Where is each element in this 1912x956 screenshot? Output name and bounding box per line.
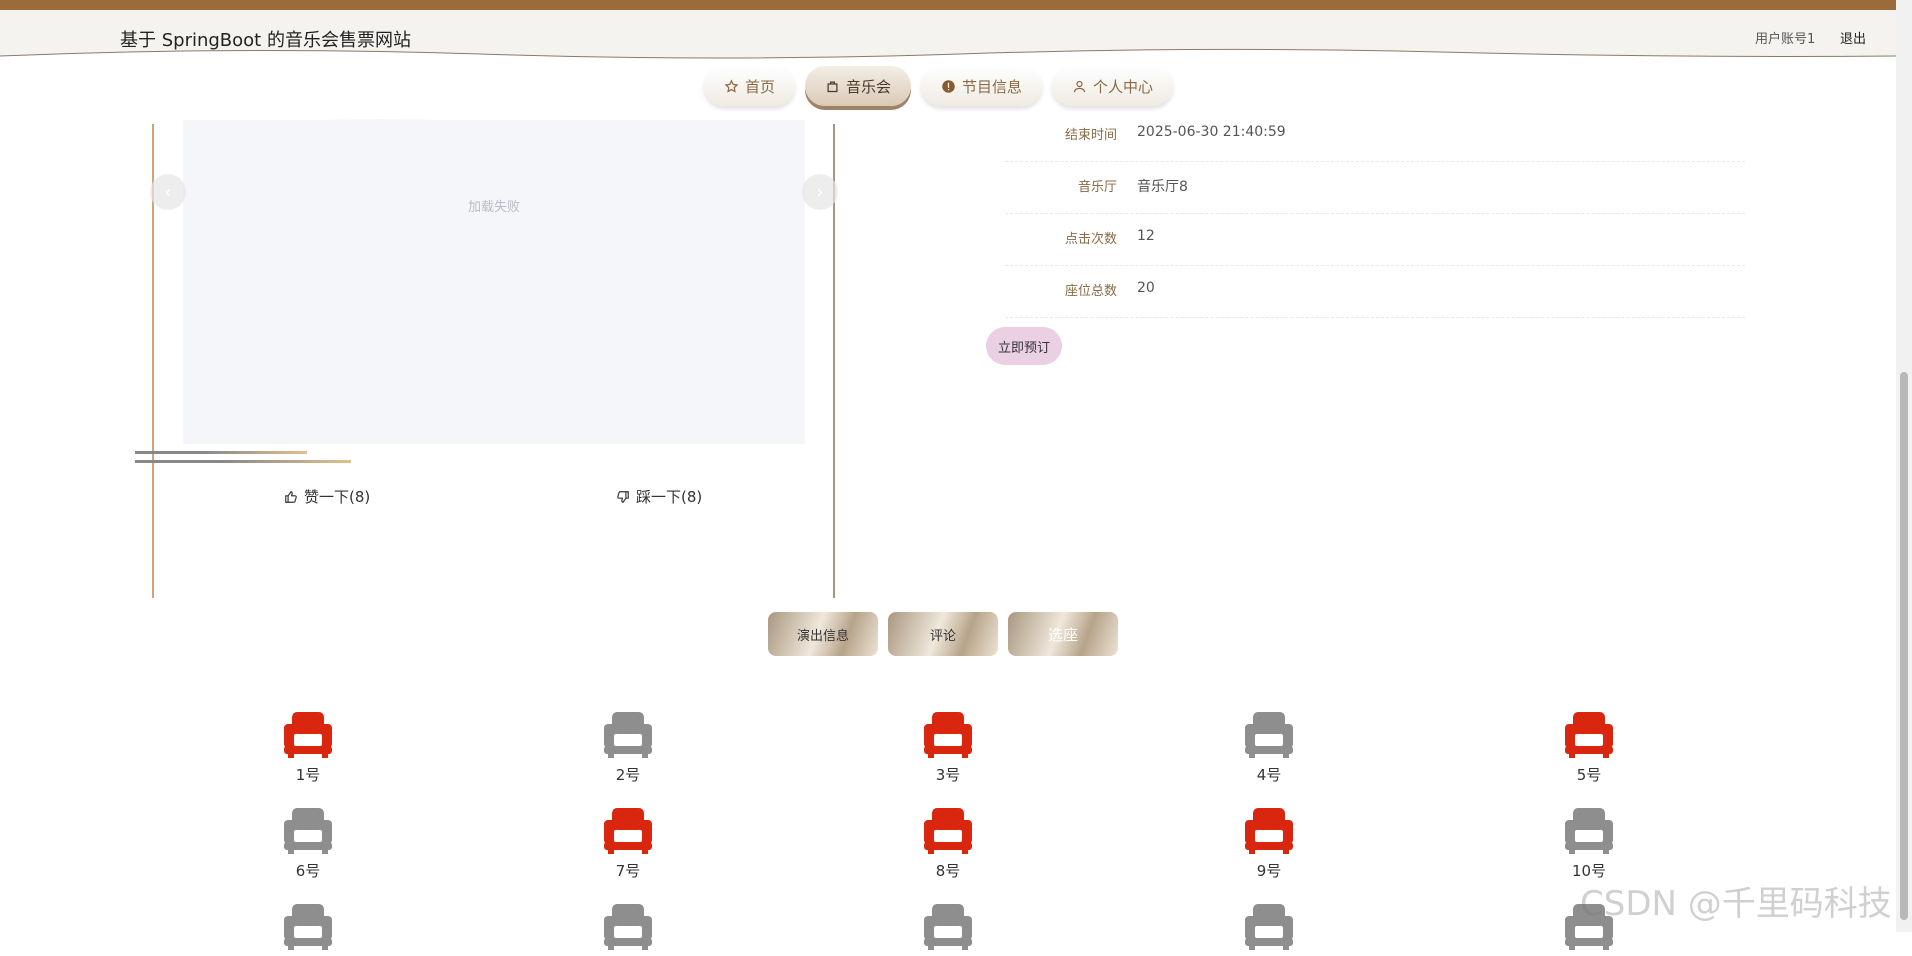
seat-label: 7号	[615, 862, 641, 880]
nav-concert[interactable]: 音乐会	[805, 66, 912, 106]
nav-concert-label: 音乐会	[846, 77, 892, 96]
armchair-icon	[604, 808, 652, 854]
info-value: 20	[1137, 280, 1155, 296]
bag-icon	[827, 81, 838, 92]
info-value: 12	[1137, 228, 1155, 244]
thumbs-down-icon	[617, 490, 629, 503]
tab-seat-selection[interactable]: 选座	[1008, 612, 1118, 656]
armchair-icon	[284, 808, 332, 854]
nav-home[interactable]: 首页	[704, 66, 796, 106]
carousel-next-button[interactable]: ›	[802, 174, 838, 210]
armchair-icon	[1245, 808, 1293, 854]
info-row-total-seats: 座位总数 20	[1005, 266, 1745, 318]
seat-label: 8号	[935, 862, 961, 880]
seat[interactable]: 4号	[1229, 710, 1309, 785]
tab-comments[interactable]: 评论	[888, 612, 998, 656]
slide-wave	[183, 119, 805, 128]
seat[interactable]: 10号	[1549, 806, 1629, 881]
dislike-button[interactable]: 踩一下(8)	[616, 486, 702, 507]
armchair-icon	[1245, 712, 1293, 758]
armchair-icon	[1565, 712, 1613, 758]
image-carousel: 加载失败 ‹ ›	[150, 112, 838, 598]
seat[interactable]: 2号	[588, 710, 668, 785]
seat[interactable]	[268, 902, 348, 956]
detail-tabs: 演出信息 评论 选座	[768, 612, 1118, 656]
info-value: 音乐厅8	[1137, 179, 1188, 195]
nav-personal-center[interactable]: 个人中心	[1052, 66, 1174, 106]
main-nav: 首页 音乐会 节目信息 个人中心	[704, 66, 1174, 110]
seat[interactable]: 7号	[588, 806, 668, 881]
info-value: 2025-06-30 21:40:59	[1137, 124, 1286, 140]
armchair-icon	[924, 712, 972, 758]
seat[interactable]: 8号	[908, 806, 988, 881]
seat-label: 3号	[935, 766, 961, 784]
dislike-label: 踩一下(8)	[636, 488, 703, 506]
seat[interactable]: 5号	[1549, 710, 1629, 785]
seat-label: 1号	[295, 766, 321, 784]
armchair-icon	[284, 904, 332, 950]
star-icon	[724, 78, 739, 93]
carousel-slide[interactable]: 加载失败	[183, 119, 805, 444]
info-label: 音乐厅	[1077, 180, 1117, 195]
scrollbar-thumb[interactable]	[1900, 372, 1908, 920]
seat[interactable]	[588, 902, 668, 956]
seat[interactable]	[908, 902, 988, 956]
user-account[interactable]: 用户账号1	[1755, 28, 1815, 47]
seat[interactable]	[1229, 902, 1309, 956]
concert-info-list: 结束时间 2025-06-30 21:40:59 音乐厅 音乐厅8 点击次数 1…	[1005, 110, 1745, 318]
info-label: 结束时间	[1064, 128, 1117, 143]
seat-label: 9号	[1256, 862, 1282, 880]
slide-load-failed-text: 加载失败	[467, 200, 520, 215]
info-row-clicks: 点击次数 12	[1005, 214, 1745, 266]
thumbs-up-icon	[285, 490, 297, 503]
seat[interactable]: 3号	[908, 710, 988, 785]
like-button[interactable]: 赞一下(8)	[284, 486, 370, 507]
nav-program-info[interactable]: 节目信息	[921, 66, 1043, 106]
top-accent-bar	[0, 0, 1896, 10]
info-icon	[942, 79, 955, 93]
site-title: 基于 SpringBoot 的音乐会售票网站	[120, 30, 411, 51]
seat-label: 5号	[1576, 766, 1602, 784]
seat-label: 2号	[615, 766, 641, 784]
armchair-icon	[924, 808, 972, 854]
like-label: 赞一下(8)	[304, 488, 371, 506]
watermark: CSDN @千里码科技	[1580, 884, 1892, 924]
seat[interactable]: 6号	[268, 806, 348, 881]
armchair-icon	[284, 712, 332, 758]
nav-personal-center-label: 个人中心	[1093, 77, 1154, 96]
logout-link[interactable]: 退出	[1840, 28, 1866, 47]
armchair-icon	[1245, 904, 1293, 950]
seat-label: 6号	[295, 862, 321, 880]
seat-label: 4号	[1256, 766, 1282, 784]
info-row-hall: 音乐厅 音乐厅8	[1005, 162, 1745, 214]
info-label: 点击次数	[1064, 232, 1117, 247]
armchair-icon	[604, 904, 652, 950]
seat[interactable]: 9号	[1229, 806, 1309, 881]
nav-program-info-label: 节目信息	[962, 77, 1023, 96]
carousel-prev-button[interactable]: ‹	[150, 174, 186, 210]
armchair-icon	[924, 904, 972, 950]
info-label: 座位总数	[1064, 284, 1117, 299]
decorative-line	[135, 460, 351, 463]
decorative-line	[135, 451, 307, 454]
armchair-icon	[1565, 808, 1613, 854]
user-icon	[1073, 80, 1086, 92]
armchair-icon	[604, 712, 652, 758]
info-row-end-time: 结束时间 2025-06-30 21:40:59	[1005, 110, 1745, 162]
nav-home-label: 首页	[745, 77, 776, 96]
seat[interactable]: 1号	[268, 710, 348, 785]
tab-performance-info[interactable]: 演出信息	[768, 612, 878, 656]
book-now-button[interactable]: 立即预订	[986, 327, 1062, 365]
